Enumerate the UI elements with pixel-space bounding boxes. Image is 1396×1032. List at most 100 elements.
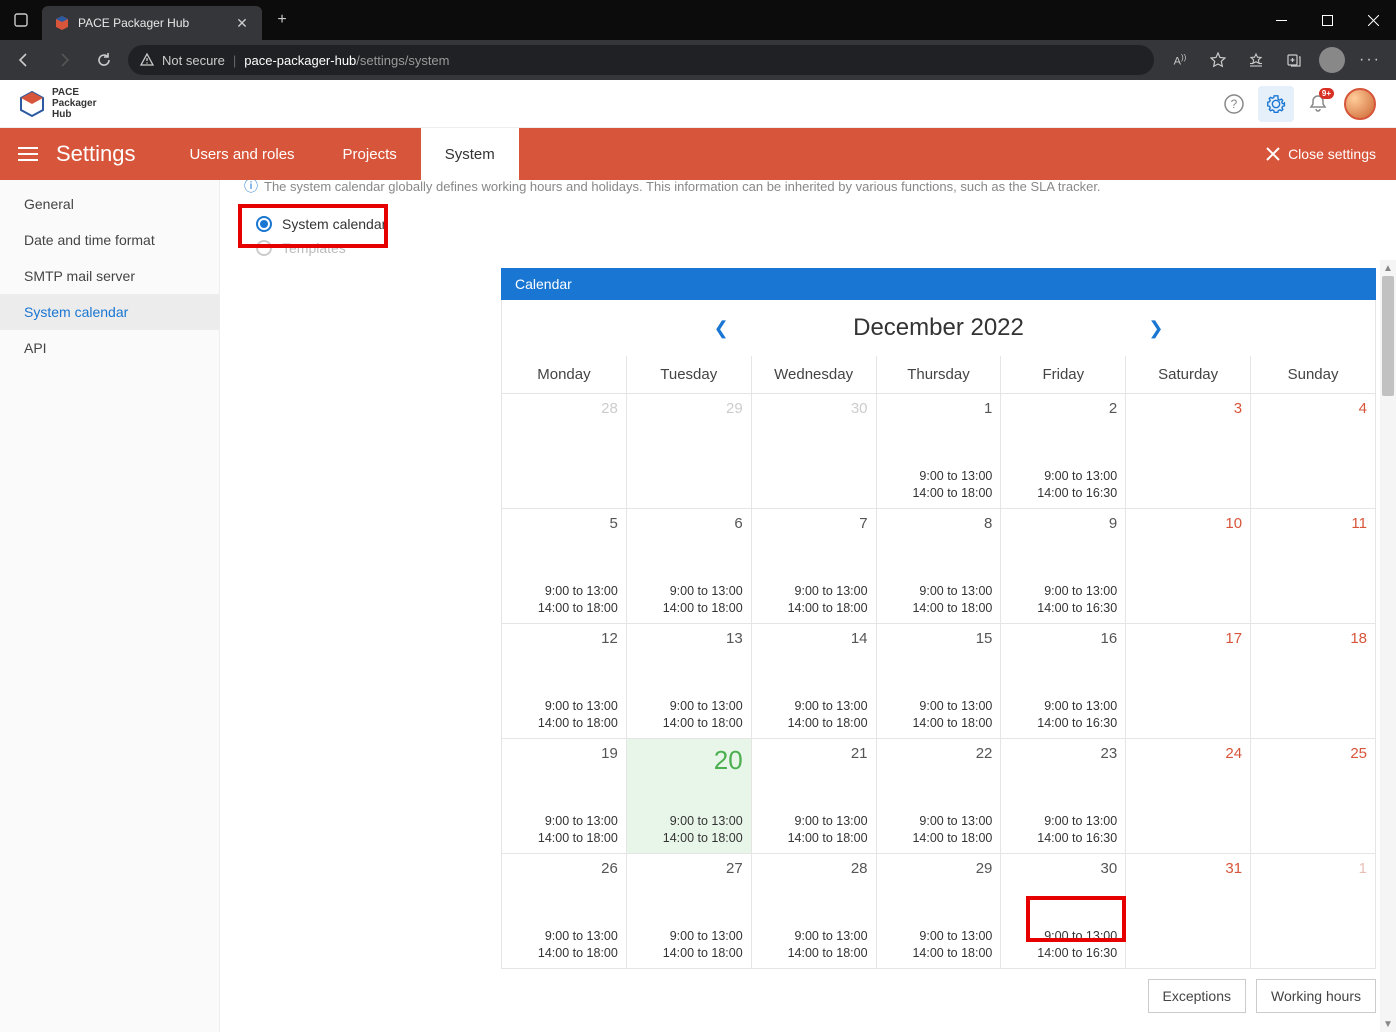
- day-hours: 9:00 to 13:0014:00 to 18:00: [885, 813, 993, 847]
- day-hours: 9:00 to 13:0014:00 to 18:00: [510, 698, 618, 732]
- close-settings-button[interactable]: Close settings: [1266, 146, 1376, 162]
- calendar-day[interactable]: 29:00 to 13:0014:00 to 16:30: [1001, 394, 1126, 509]
- sidebar-item-general[interactable]: General: [0, 186, 219, 222]
- nav-refresh-icon[interactable]: [88, 44, 120, 76]
- profile-icon[interactable]: [1314, 44, 1350, 76]
- calendar-day[interactable]: 19:00 to 13:0014:00 to 18:00: [876, 394, 1001, 509]
- calendar-day[interactable]: 169:00 to 13:0014:00 to 16:30: [1001, 624, 1126, 739]
- day-hours: 9:00 to 13:0014:00 to 16:30: [1009, 468, 1117, 502]
- calendar-day[interactable]: 10: [1126, 509, 1251, 624]
- new-tab-button[interactable]: +: [268, 6, 296, 34]
- sidebar-item-system-calendar[interactable]: System calendar: [0, 294, 219, 330]
- calendar-day[interactable]: 99:00 to 13:0014:00 to 16:30: [1001, 509, 1126, 624]
- user-avatar[interactable]: [1342, 86, 1378, 122]
- calendar-day[interactable]: 30: [751, 394, 876, 509]
- radio-icon: [256, 216, 272, 232]
- address-bar[interactable]: Not secure | pace-packager-hub/settings/…: [128, 45, 1154, 75]
- day-number: 1: [885, 400, 993, 417]
- browser-menu-icon[interactable]: ···: [1352, 44, 1388, 76]
- calendar-day[interactable]: 18: [1251, 624, 1376, 739]
- window-close-icon[interactable]: [1350, 0, 1396, 40]
- radio-templates[interactable]: Templates: [256, 236, 386, 260]
- calendar-day[interactable]: 199:00 to 13:0014:00 to 18:00: [502, 739, 627, 854]
- tab-actions-icon[interactable]: [0, 0, 42, 40]
- calendar-day[interactable]: 17: [1126, 624, 1251, 739]
- nav-tab-system[interactable]: System: [421, 128, 519, 180]
- browser-tab[interactable]: PACE Packager Hub ✕: [42, 6, 262, 40]
- notifications-icon[interactable]: 9+: [1300, 86, 1336, 122]
- window-minimize-icon[interactable]: [1258, 0, 1304, 40]
- calendar-day[interactable]: 289:00 to 13:0014:00 to 18:00: [751, 854, 876, 969]
- scroll-thumb[interactable]: [1382, 276, 1394, 396]
- calendar-day[interactable]: 31: [1126, 854, 1251, 969]
- day-number: 10: [1134, 515, 1242, 532]
- nav-tab-users-and-roles[interactable]: Users and roles: [166, 128, 319, 180]
- day-number: 30: [760, 400, 868, 417]
- scrollbar[interactable]: ▲ ▼: [1380, 260, 1396, 1032]
- calendar-day[interactable]: 159:00 to 13:0014:00 to 18:00: [876, 624, 1001, 739]
- day-hours: 9:00 to 13:0014:00 to 18:00: [510, 813, 618, 847]
- weekday-header: Sunday: [1251, 356, 1376, 394]
- nav-tab-projects[interactable]: Projects: [319, 128, 421, 180]
- calendar-next-icon[interactable]: ❯: [1144, 318, 1168, 339]
- calendar-day[interactable]: 309:00 to 13:0014:00 to 16:30: [1001, 854, 1126, 969]
- calendar-day[interactable]: 69:00 to 13:0014:00 to 18:00: [626, 509, 751, 624]
- tab-close-icon[interactable]: ✕: [234, 15, 250, 31]
- calendar-day[interactable]: 3: [1126, 394, 1251, 509]
- day-number: 21: [760, 745, 868, 762]
- calendar-day[interactable]: 4: [1251, 394, 1376, 509]
- nav-back-icon[interactable]: [8, 44, 40, 76]
- calendar-day[interactable]: 279:00 to 13:0014:00 to 18:00: [626, 854, 751, 969]
- calendar-day[interactable]: 129:00 to 13:0014:00 to 18:00: [502, 624, 627, 739]
- collections-icon[interactable]: [1276, 44, 1312, 76]
- favorite-icon[interactable]: [1200, 44, 1236, 76]
- calendar-day[interactable]: 149:00 to 13:0014:00 to 18:00: [751, 624, 876, 739]
- weekday-header: Thursday: [876, 356, 1001, 394]
- calendar-header: Calendar: [501, 268, 1376, 300]
- logo-icon: [18, 90, 46, 118]
- calendar-day[interactable]: 299:00 to 13:0014:00 to 18:00: [876, 854, 1001, 969]
- scroll-up-icon[interactable]: ▲: [1380, 260, 1396, 276]
- app-logo[interactable]: PACE Packager Hub: [18, 87, 96, 120]
- day-number: 22: [885, 745, 993, 762]
- calendar-day[interactable]: 1: [1251, 854, 1376, 969]
- calendar-day[interactable]: 79:00 to 13:0014:00 to 18:00: [751, 509, 876, 624]
- help-icon[interactable]: ?: [1216, 86, 1252, 122]
- sidebar-item-date-and-time-format[interactable]: Date and time format: [0, 222, 219, 258]
- day-number: 7: [760, 515, 868, 532]
- calendar-prev-icon[interactable]: ❮: [709, 318, 733, 339]
- calendar-day[interactable]: 269:00 to 13:0014:00 to 18:00: [502, 854, 627, 969]
- calendar-day[interactable]: 59:00 to 13:0014:00 to 18:00: [502, 509, 627, 624]
- read-aloud-icon[interactable]: A)): [1162, 44, 1198, 76]
- calendar-day[interactable]: 89:00 to 13:0014:00 to 18:00: [876, 509, 1001, 624]
- radio-label: System calendar: [282, 216, 386, 232]
- day-hours: 9:00 to 13:0014:00 to 18:00: [635, 928, 743, 962]
- radio-system-calendar[interactable]: System calendar: [256, 212, 386, 236]
- calendar-day[interactable]: 21 9:00 to 13:0014:00 to 18:00: [751, 739, 876, 854]
- window-maximize-icon[interactable]: [1304, 0, 1350, 40]
- scroll-down-icon[interactable]: ▼: [1380, 1016, 1396, 1032]
- calendar-day[interactable]: 22 9:00 to 13:0014:00 to 18:00: [876, 739, 1001, 854]
- calendar-day[interactable]: 11: [1251, 509, 1376, 624]
- day-number: 29: [635, 400, 743, 417]
- info-banner: ⓘ The system calendar globally defines w…: [244, 180, 1376, 204]
- calendar-day[interactable]: 29: [626, 394, 751, 509]
- favorites-bar-icon[interactable]: [1238, 44, 1274, 76]
- calendar-grid: MondayTuesdayWednesdayThursdayFridaySatu…: [501, 356, 1376, 969]
- calendar-day[interactable]: 28: [502, 394, 627, 509]
- hamburger-icon[interactable]: [0, 146, 56, 162]
- day-hours: 9:00 to 13:0014:00 to 18:00: [885, 583, 993, 617]
- day-number: 14: [760, 630, 868, 647]
- calendar-day[interactable]: 139:00 to 13:0014:00 to 18:00: [626, 624, 751, 739]
- sidebar-item-smtp-mail-server[interactable]: SMTP mail server: [0, 258, 219, 294]
- exceptions-button[interactable]: Exceptions: [1148, 979, 1246, 1013]
- day-hours: 9:00 to 13:0014:00 to 16:30: [1009, 583, 1117, 617]
- calendar-day[interactable]: 209:00 to 13:0014:00 to 18:00: [626, 739, 751, 854]
- calendar-day[interactable]: 24: [1126, 739, 1251, 854]
- working-hours-button[interactable]: Working hours: [1256, 979, 1376, 1013]
- sidebar-item-api[interactable]: API: [0, 330, 219, 366]
- settings-icon[interactable]: [1258, 86, 1294, 122]
- calendar-day[interactable]: 239:00 to 13:0014:00 to 16:30: [1001, 739, 1126, 854]
- day-hours: 9:00 to 13:0014:00 to 18:00: [760, 813, 868, 847]
- calendar-day[interactable]: 25: [1251, 739, 1376, 854]
